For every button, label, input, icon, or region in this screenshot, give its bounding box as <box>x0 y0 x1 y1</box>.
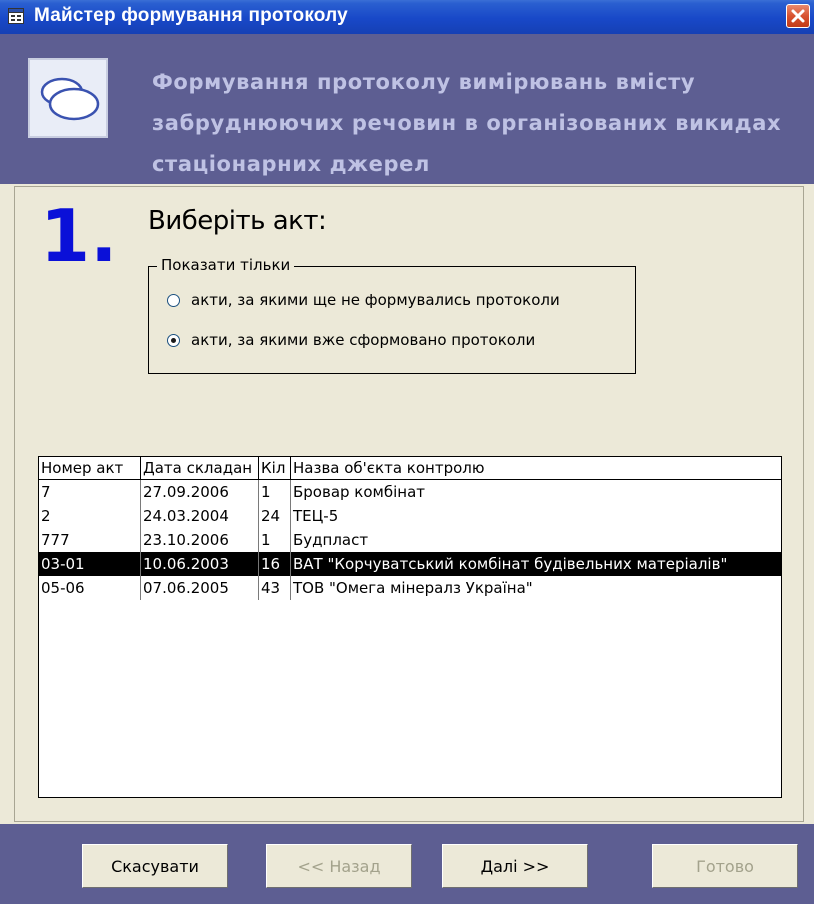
radio-not-formed[interactable]: акти, за якими ще не формувались протоко… <box>167 291 560 309</box>
list-header: Номер акт Дата складан Кіл Назва об'єкта… <box>39 457 781 480</box>
cell-count: 1 <box>259 528 291 552</box>
radio-label: акти, за якими вже сформовано протоколи <box>191 331 536 349</box>
column-header-count[interactable]: Кіл <box>259 457 291 479</box>
column-header-number[interactable]: Номер акт <box>39 457 141 479</box>
close-button[interactable] <box>786 4 810 28</box>
radio-formed[interactable]: акти, за якими вже сформовано протоколи <box>167 331 535 349</box>
cell-number: 2 <box>39 504 141 528</box>
table-row[interactable]: 05-06 07.06.2005 43 ТОВ "Омега мінералз … <box>39 576 781 600</box>
cell-object: Будпласт <box>293 531 369 549</box>
cell-object: ВАТ "Корчуватський комбінат будівельних … <box>293 555 728 573</box>
cell-date: 10.06.2003 <box>141 552 259 576</box>
cell-object: Бровар комбінат <box>293 483 426 501</box>
cell-count: 43 <box>259 576 291 600</box>
cell-date: 24.03.2004 <box>141 504 259 528</box>
form-icon[interactable] <box>8 8 24 24</box>
step-label: Виберіть акт: <box>148 206 327 236</box>
cell-count: 1 <box>259 480 291 504</box>
cell-number: 03-01 <box>39 552 141 576</box>
close-icon <box>791 9 805 23</box>
cell-date: 27.09.2006 <box>141 480 259 504</box>
banner-heading: Формування протоколу вимірювань вмісту з… <box>152 70 782 176</box>
radio-label: акти, за якими ще не формувались протоко… <box>191 291 560 309</box>
table-row-selected[interactable]: 03-01 10.06.2003 16 ВАТ "Корчуватський к… <box>39 552 781 576</box>
table-row[interactable]: 7 27.09.2006 1 Бровар комбінат <box>39 480 781 504</box>
cloud-icon <box>40 77 100 121</box>
cell-number: 777 <box>39 528 141 552</box>
wizard-window: Майстер формування протоколу Формування … <box>0 0 814 904</box>
next-button[interactable]: Далі >> <box>442 844 588 888</box>
step-number: 1. <box>40 194 118 278</box>
cloud-logo <box>28 58 108 138</box>
cell-date: 23.10.2006 <box>141 528 259 552</box>
wizard-banner: Формування протоколу вимірювань вмісту з… <box>0 34 814 184</box>
back-button[interactable]: << Назад <box>266 844 412 888</box>
cell-count: 24 <box>259 504 291 528</box>
cell-object: ТОВ "Омега мінералз Україна" <box>293 579 533 597</box>
filter-groupbox: Показати тільки акти, за якими ще не фор… <box>148 256 636 374</box>
radio-button-selected[interactable] <box>167 333 180 347</box>
table-row[interactable]: 2 24.03.2004 24 ТЕЦ-5 <box>39 504 781 528</box>
title-bar[interactable]: Майстер формування протоколу <box>0 0 814 34</box>
column-header-date[interactable]: Дата складан <box>141 457 259 479</box>
cancel-button[interactable]: Скасувати <box>82 844 228 888</box>
cell-number: 7 <box>39 480 141 504</box>
cell-count: 16 <box>259 552 291 576</box>
cell-object: ТЕЦ-5 <box>293 507 339 525</box>
cell-date: 07.06.2005 <box>141 576 259 600</box>
filter-legend: Показати тільки <box>157 256 295 274</box>
column-header-object[interactable]: Назва об'єкта контролю <box>291 457 781 479</box>
radio-button[interactable] <box>167 293 180 307</box>
window-title: Майстер формування протоколу <box>34 5 348 26</box>
table-row[interactable]: 777 23.10.2006 1 Будпласт <box>39 528 781 552</box>
acts-listbox[interactable]: Номер акт Дата складан Кіл Назва об'єкта… <box>38 456 782 798</box>
finish-button[interactable]: Готово <box>652 844 798 888</box>
cell-number: 05-06 <box>39 576 141 600</box>
